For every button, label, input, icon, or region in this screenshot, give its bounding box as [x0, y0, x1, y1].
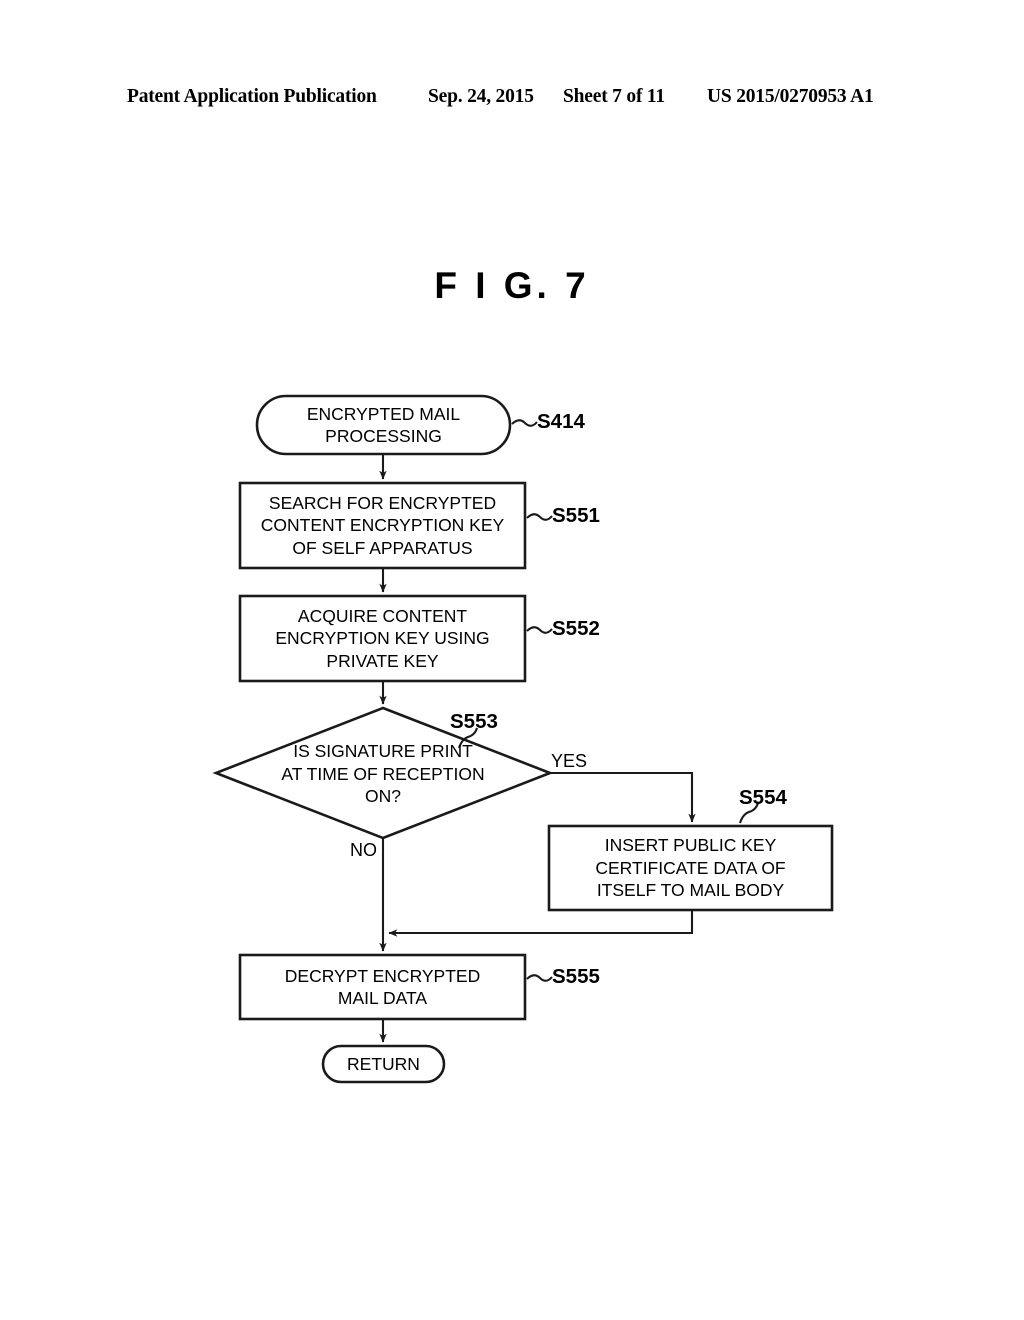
step-label-s551: S551	[552, 504, 600, 527]
step-label-s555: S555	[552, 965, 600, 988]
node-line: SEARCH FOR ENCRYPTED	[268, 492, 497, 513]
branch-label-no: NO	[350, 840, 377, 860]
leader-s552	[526, 626, 553, 634]
header-publication: Patent Application Publication	[127, 86, 377, 107]
node-text-s554: INSERT PUBLIC KEY CERTIFICATE DATA OF IT…	[549, 826, 832, 910]
leader-s551	[526, 513, 553, 521]
node-line: INSERT PUBLIC KEY	[604, 835, 777, 856]
leader-s555	[526, 974, 553, 982]
header-patent-number: US 2015/0270953 A1	[707, 86, 874, 107]
step-label-s552: S552	[552, 617, 600, 640]
step-label-s414: S414	[537, 410, 585, 433]
step-label-s553: S553	[450, 710, 498, 733]
step-label-s554: S554	[739, 786, 787, 809]
node-text-start: ENCRYPTED MAIL PROCESSING	[257, 396, 510, 454]
page-header: Patent Application Publication Sep. 24, …	[0, 86, 1024, 112]
figure-title: F I G. 7	[434, 265, 590, 306]
node-line: ACQUIRE CONTENT	[297, 605, 468, 626]
node-line: OF SELF APPARATUS	[292, 537, 473, 558]
node-line: MAIL DATA	[337, 988, 428, 1008]
branch-label-yes: YES	[551, 751, 588, 771]
patent-drawing-page: Patent Application Publication Sep. 24, …	[0, 0, 1024, 1320]
node-line: CONTENT ENCRYPTION KEY	[260, 515, 505, 536]
node-line: AT TIME OF RECEPTION	[281, 763, 485, 784]
connector-s554-to-merge	[388, 910, 694, 937]
leader-s414	[511, 419, 538, 427]
node-line: IS SIGNATURE PRINT	[293, 741, 473, 762]
node-line: ENCRYPTED MAIL	[306, 403, 461, 424]
node-line: DECRYPT ENCRYPTED	[284, 965, 481, 986]
node-text-s551: SEARCH FOR ENCRYPTED CONTENT ENCRYPTION …	[240, 483, 525, 568]
node-line: PROCESSING	[325, 426, 442, 446]
connector-yes-to-s554	[550, 771, 696, 823]
node-text-s552: ACQUIRE CONTENT ENCRYPTION KEY USING PRI…	[240, 596, 525, 681]
node-line: ITSELF TO MAIL BODY	[596, 880, 785, 901]
node-line: ON?	[365, 786, 401, 807]
node-line: CERTIFICATE DATA OF	[595, 857, 786, 878]
node-text-s553: IS SIGNATURE PRINT AT TIME OF RECEPTION …	[233, 740, 533, 808]
header-sheet: Sheet 7 of 11	[563, 86, 665, 107]
header-date: Sep. 24, 2015	[428, 86, 534, 107]
node-line: RETURN	[347, 1053, 420, 1074]
node-line: ENCRYPTION KEY USING	[275, 628, 490, 649]
node-text-return: RETURN	[323, 1046, 444, 1082]
node-line: PRIVATE KEY	[326, 650, 439, 671]
node-text-s555: DECRYPT ENCRYPTED MAIL DATA	[240, 955, 525, 1019]
